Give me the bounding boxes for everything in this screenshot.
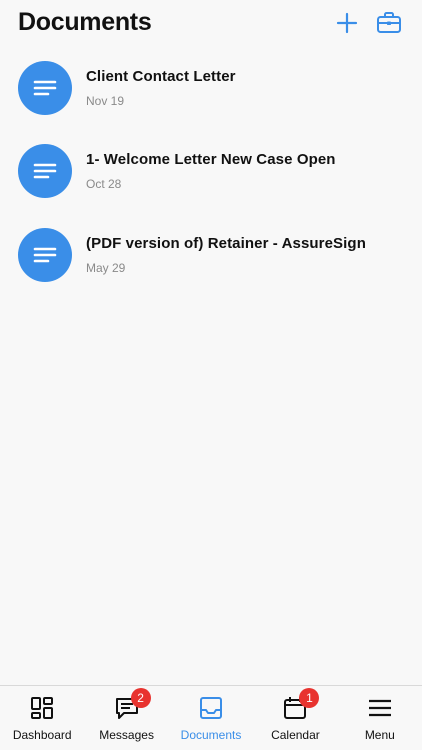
header: Documents <box>0 0 422 44</box>
document-lines-icon <box>33 80 57 96</box>
document-date: May 29 <box>86 260 126 275</box>
document-item[interactable]: 1- Welcome Letter New Case Open Oct 28 <box>0 130 422 214</box>
page-title: Documents <box>18 7 152 36</box>
tab-menu[interactable]: Menu <box>338 686 422 750</box>
message-icon: 2 <box>113 688 151 722</box>
document-text: Client Contact Letter Nov 19 <box>86 68 236 108</box>
document-text: 1- Welcome Letter New Case Open Oct 28 <box>86 151 336 191</box>
document-list: Client Contact Letter Nov 19 1- Welcome … <box>0 46 422 297</box>
event-badge: 1 <box>299 688 320 708</box>
briefcase-icon <box>377 12 401 33</box>
tab-label: Messages <box>99 728 154 742</box>
document-avatar <box>18 227 72 282</box>
tab-calendar[interactable]: 1 Calendar <box>253 686 337 750</box>
header-actions <box>332 8 404 38</box>
plus-icon <box>336 12 358 34</box>
document-item[interactable]: Client Contact Letter Nov 19 <box>0 46 422 130</box>
tab-label: Menu <box>364 728 395 742</box>
document-text: (PDF version of) Retainer - AssureSign M… <box>86 235 366 275</box>
document-title: (PDF version of) Retainer - AssureSign <box>86 234 366 252</box>
document-avatar <box>18 60 72 115</box>
document-title: Client Contact Letter <box>86 67 236 85</box>
tab-label: Calendar <box>271 728 320 742</box>
tab-bar: Dashboard 2 Messages Documents 1 Calenda… <box>0 685 422 750</box>
calendar-icon: 1 <box>281 688 320 722</box>
tab-dashboard[interactable]: Dashboard <box>0 686 84 750</box>
document-title: 1- Welcome Letter New Case Open <box>86 151 336 169</box>
document-item[interactable]: (PDF version of) Retainer - AssureSign M… <box>0 213 422 297</box>
dashboard-icon <box>28 694 56 722</box>
document-lines-icon <box>33 247 57 263</box>
document-date: Nov 19 <box>86 93 125 108</box>
hamburger-icon <box>366 694 394 722</box>
inbox-icon <box>197 694 225 722</box>
tab-label: Documents <box>180 728 242 742</box>
documents-screen: Documents Client Contact Letter Nov 19 1… <box>0 0 422 750</box>
document-avatar <box>18 144 72 199</box>
tab-documents[interactable]: Documents <box>169 686 253 750</box>
briefcase-button[interactable] <box>374 8 404 38</box>
tab-label: Dashboard <box>12 728 72 742</box>
document-lines-icon <box>33 163 57 179</box>
unread-badge: 2 <box>130 688 151 708</box>
add-button[interactable] <box>332 8 362 38</box>
tab-messages[interactable]: 2 Messages <box>84 686 168 750</box>
document-date: Oct 28 <box>86 177 122 192</box>
